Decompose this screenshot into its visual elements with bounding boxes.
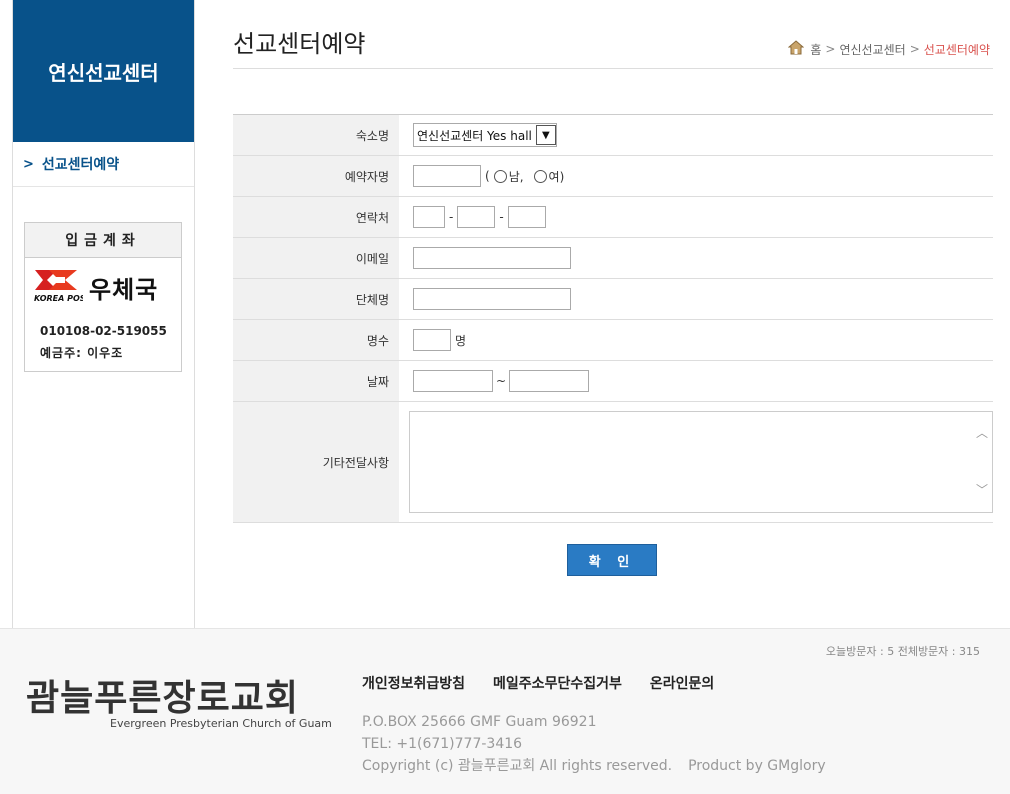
footer: 오늘방문자 : 5 전체방문자 : 315 괌늘푸른장로교회 Evergreen… <box>0 628 1010 794</box>
telephone: TEL: +1(671)777-3416 <box>362 736 523 752</box>
footer-address: P.O.BOX 25666 GMF Guam 96921 TEL: +1(671… <box>362 711 826 777</box>
date-start-input[interactable] <box>413 370 493 392</box>
sidebar: 연신선교센터 > 선교센터예약 입금계좌 KOREA POST 우체국 0101… <box>12 0 195 628</box>
notes-textarea[interactable]: ︿ ﹀ <box>409 411 993 513</box>
page-title: 선교센터예약 <box>233 30 366 58</box>
postal-address: P.O.BOX 25666 GMF Guam 96921 <box>362 714 597 730</box>
form-row-lodging: 숙소명 연신선교센터 Yes hall ▼ <box>233 115 993 156</box>
phone-dash: - <box>449 210 454 224</box>
form-row-email: 이메일 <box>233 238 993 279</box>
count-label: 명수 <box>233 320 399 360</box>
sidebar-item-reservation[interactable]: > 선교센터예약 <box>13 142 194 187</box>
sidebar-item-label: 선교센터예약 <box>41 157 120 173</box>
visitor-count: 오늘방문자 : 5 전체방문자 : 315 <box>825 645 980 658</box>
gender-female-radio[interactable] <box>533 169 547 183</box>
gender-male-label: 남, <box>508 169 524 184</box>
online-inquiry-link[interactable]: 온라인문의 <box>650 673 714 693</box>
phone-part3-input[interactable] <box>507 206 546 228</box>
email-input[interactable] <box>413 247 571 269</box>
chevron-up-icon[interactable]: ︿ <box>976 424 988 441</box>
reserver-name-input[interactable] <box>413 165 481 187</box>
account-box: 입금계좌 KOREA POST 우체국 010108-02-519055 예금주… <box>24 222 182 372</box>
svg-text:KOREA POST: KOREA POST <box>34 294 83 303</box>
breadcrumb: 홈 > 연신선교센터 > 선교센터예약 <box>787 40 990 58</box>
lodging-select[interactable]: 연신선교센터 Yes hall ▼ <box>413 123 557 147</box>
confirm-button[interactable]: 확 인 <box>567 544 657 576</box>
date-tilde: ~ <box>496 374 507 388</box>
group-input[interactable] <box>413 288 571 310</box>
form-row-group: 단체명 <box>233 279 993 320</box>
form-row-notes: 기타전달사항 ︿ ﹀ <box>233 402 993 523</box>
contact-label: 연락처 <box>233 197 399 237</box>
church-logo: 괌늘푸른장로교회 Evergreen Presbyterian Church o… <box>26 669 332 730</box>
copyright: Copyright (c) 괌늘푸른교회 All rights reserved… <box>362 758 673 774</box>
title-divider <box>233 68 993 69</box>
korea-post-icon: KOREA POST <box>33 266 92 308</box>
account-number: 010108-02-519055 <box>40 324 167 338</box>
gender-female-label: 여) <box>548 169 565 184</box>
chevron-down-icon[interactable]: ▼ <box>535 125 556 145</box>
date-label: 날짜 <box>233 361 399 401</box>
logo-korean: 괌늘푸른장로교회 <box>26 677 299 719</box>
phone-part1-input[interactable] <box>413 206 445 228</box>
korea-post-logo: KOREA POST 우체국 <box>25 258 181 308</box>
logo-english: Evergreen Presbyterian Church of Guam <box>110 717 332 730</box>
privacy-policy-link[interactable]: 개인정보취급방침 <box>362 673 465 693</box>
date-end-input[interactable] <box>509 370 590 392</box>
sidebar-title: 연신선교센터 <box>13 0 194 142</box>
email-label: 이메일 <box>233 238 399 278</box>
count-unit: 명 <box>455 333 467 348</box>
gender-male-radio[interactable] <box>493 169 507 183</box>
chevron-down-icon[interactable]: ﹀ <box>976 481 988 498</box>
lodging-label: 숙소명 <box>233 115 399 155</box>
phone-part2-input[interactable] <box>457 206 496 228</box>
account-title: 입금계좌 <box>25 223 181 258</box>
chevron-right-icon: > <box>23 156 34 172</box>
form-row-name: 예약자명 ( 남, 여) <box>233 156 993 197</box>
form-row-contact: 연락처 - - <box>233 197 993 238</box>
home-icon[interactable] <box>787 40 805 58</box>
count-input[interactable] <box>413 329 451 351</box>
reservation-form: 숙소명 연신선교센터 Yes hall ▼ 예약자명 ( 남, 여) 연락처 -… <box>233 114 993 523</box>
lodging-select-value: 연신선교센터 Yes hall <box>417 128 532 143</box>
breadcrumb-home[interactable]: 홈 <box>810 41 821 58</box>
breadcrumb-separator: > <box>909 42 920 56</box>
form-row-count: 명수 명 <box>233 320 993 361</box>
footer-links: 개인정보취급방침 메일주소무단수집거부 온라인문의 <box>362 673 714 693</box>
account-holder: 예금주: 이우조 <box>40 346 124 360</box>
breadcrumb-separator: > <box>825 42 836 56</box>
email-refusal-link[interactable]: 메일주소무단수집거부 <box>493 673 622 693</box>
breadcrumb-current: 선교센터예약 <box>923 42 990 57</box>
product-credit: Product by GMglory <box>688 758 826 774</box>
paren-open: ( <box>485 169 490 183</box>
notes-label: 기타전달사항 <box>233 402 399 522</box>
reserver-label: 예약자명 <box>233 156 399 196</box>
phone-dash: - <box>499 210 504 224</box>
form-row-date: 날짜 ~ <box>233 361 993 402</box>
group-label: 단체명 <box>233 279 399 319</box>
breadcrumb-section[interactable]: 연신선교센터 <box>839 41 905 58</box>
bank-name: 우체국 <box>89 275 159 304</box>
